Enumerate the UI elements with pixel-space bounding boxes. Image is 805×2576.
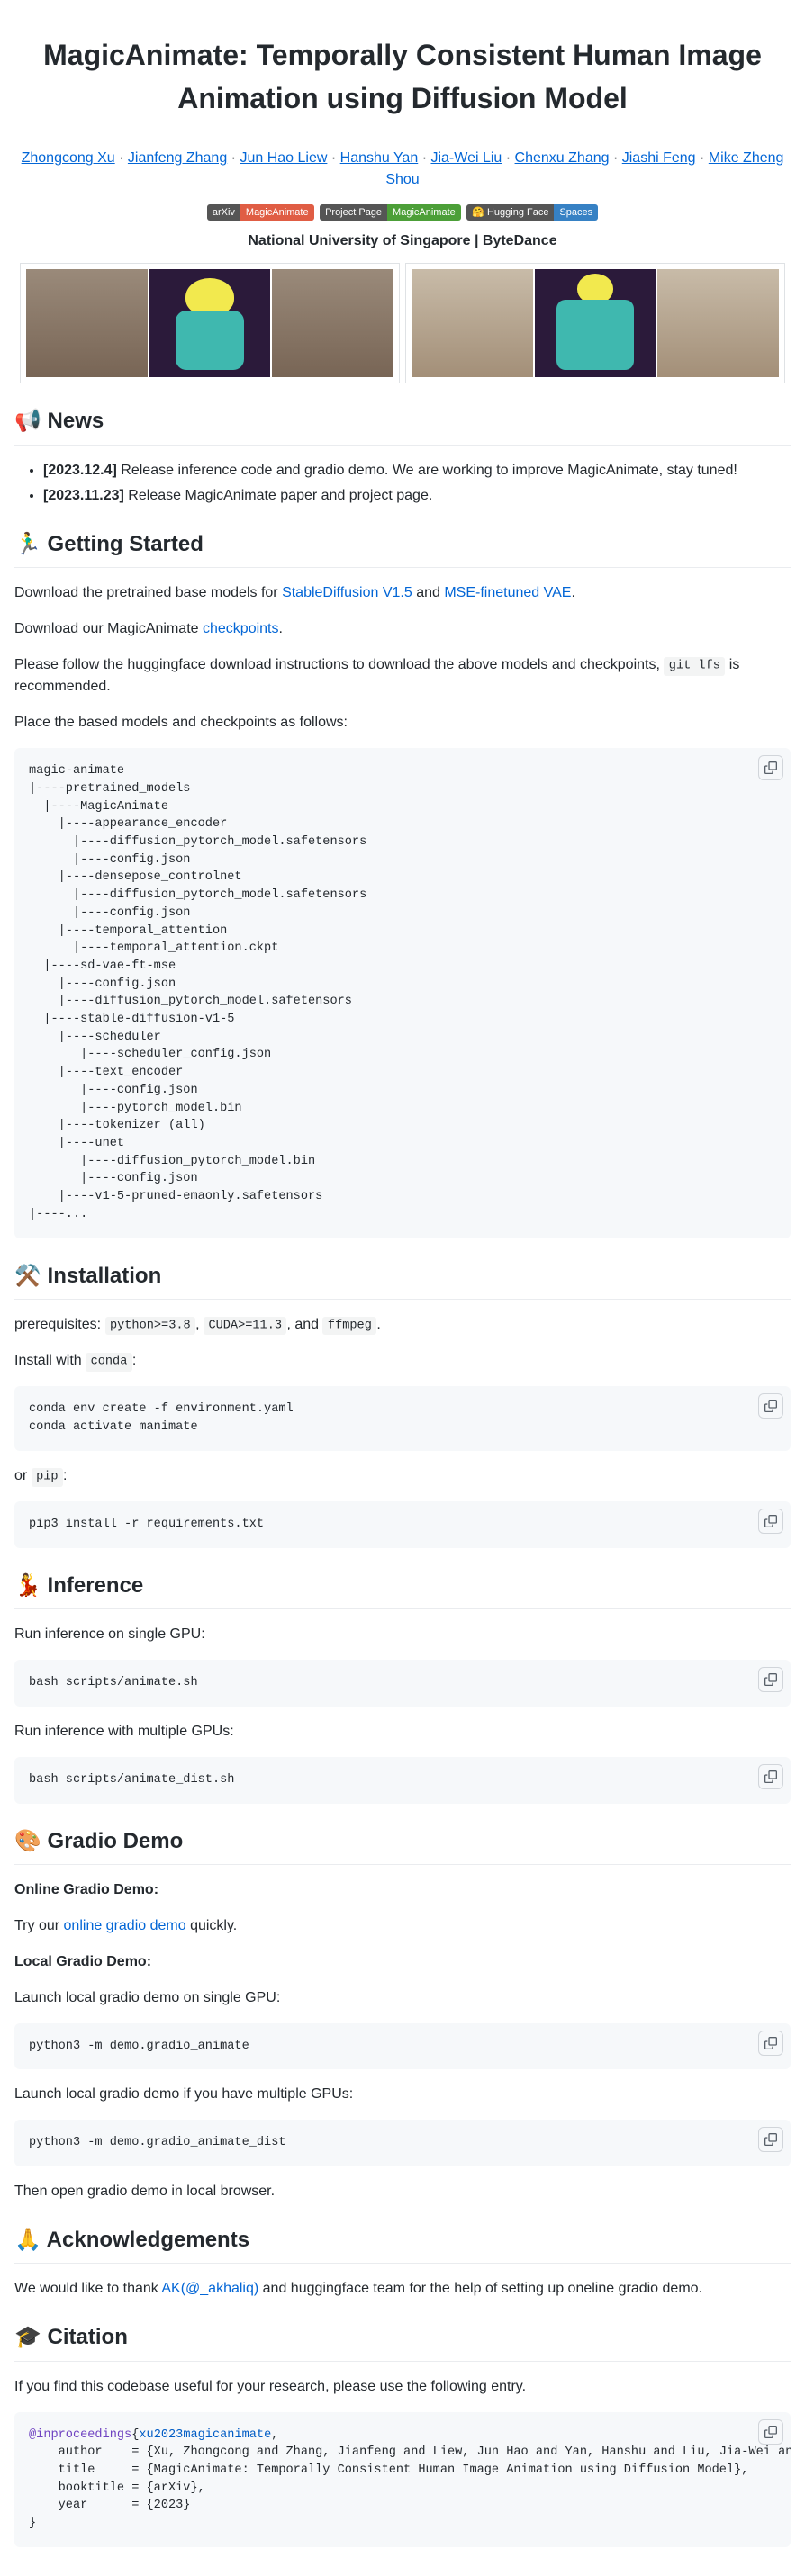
inline-code: conda bbox=[86, 1353, 132, 1371]
copy-icon bbox=[764, 2426, 777, 2438]
code-block: bash scripts/animate.sh bbox=[14, 1660, 791, 1707]
huggingface-badge[interactable]: 🤗 Hugging FaceSpaces bbox=[466, 204, 598, 221]
banner-cell-right bbox=[405, 263, 785, 383]
banner-table bbox=[14, 263, 791, 383]
paragraph: Run inference on single GPU: bbox=[14, 1624, 791, 1645]
getting-started-heading: 🏃‍♂️ Getting Started bbox=[14, 528, 791, 568]
banner-image bbox=[657, 269, 779, 377]
copy-icon bbox=[764, 1515, 777, 1527]
code-block: conda env create -f environment.yaml con… bbox=[14, 1386, 791, 1450]
code-block: @inproceedings{xu2023magicanimate, autho… bbox=[14, 2412, 791, 2547]
paragraph: Download the pretrained base models for … bbox=[14, 582, 791, 604]
paragraph: We would like to thank AK(@_akhaliq) and… bbox=[14, 2278, 791, 2300]
acknowledgements-heading: 🙏 Acknowledgements bbox=[14, 2224, 791, 2264]
inline-code: CUDA>=11.3 bbox=[204, 1317, 286, 1335]
gradio-demo-link[interactable]: online gradio demo bbox=[64, 1918, 186, 1933]
copy-button[interactable] bbox=[758, 755, 783, 780]
inline-code: ffmpeg bbox=[322, 1317, 376, 1335]
paragraph: Install with conda: bbox=[14, 1350, 791, 1372]
copy-button[interactable] bbox=[758, 1509, 783, 1534]
code-block: bash scripts/animate_dist.sh bbox=[14, 1757, 791, 1804]
inline-code: python>=3.8 bbox=[105, 1317, 196, 1335]
copy-icon bbox=[764, 2037, 777, 2049]
copy-icon bbox=[764, 2133, 777, 2146]
copy-button[interactable] bbox=[758, 2127, 783, 2152]
inference-heading: 💃 Inference bbox=[14, 1570, 791, 1609]
installation-heading: ⚒️ Installation bbox=[14, 1260, 791, 1300]
copy-icon bbox=[764, 1400, 777, 1412]
checkpoints-link[interactable]: checkpoints bbox=[203, 621, 279, 636]
affiliation: National University of Singapore | ByteD… bbox=[14, 230, 791, 252]
paragraph: Then open gradio demo in local browser. bbox=[14, 2181, 791, 2202]
page-title: MagicAnimate: Temporally Consistent Huma… bbox=[14, 33, 791, 129]
list-item: [2023.11.23] Release MagicAnimate paper … bbox=[43, 485, 791, 507]
project-page-badge[interactable]: Project PageMagicAnimate bbox=[320, 204, 461, 221]
author-link[interactable]: Jia-Wei Liu bbox=[430, 150, 502, 166]
author-link[interactable]: Jiashi Feng bbox=[622, 150, 696, 166]
code-block: python3 -m demo.gradio_animate_dist bbox=[14, 2120, 791, 2166]
author-link[interactable]: Jianfeng Zhang bbox=[128, 150, 227, 166]
paragraph: Run inference with multiple GPUs: bbox=[14, 1721, 791, 1743]
code-block: pip3 install -r requirements.txt bbox=[14, 1501, 791, 1548]
copy-button[interactable] bbox=[758, 1764, 783, 1789]
ak-link[interactable]: AK(@_akhaliq) bbox=[161, 2281, 258, 2296]
copy-icon bbox=[764, 761, 777, 774]
paragraph: Online Gradio Demo: bbox=[14, 1879, 791, 1901]
paragraph: Download our MagicAnimate checkpoints. bbox=[14, 618, 791, 640]
banner-segmentation bbox=[149, 269, 271, 377]
paragraph: Place the based models and checkpoints a… bbox=[14, 712, 791, 734]
inline-code: git lfs bbox=[664, 657, 725, 675]
copy-button[interactable] bbox=[758, 1393, 783, 1419]
copy-button[interactable] bbox=[758, 1667, 783, 1692]
paragraph: or pip: bbox=[14, 1465, 791, 1487]
banner-cell-left bbox=[20, 263, 400, 383]
paragraph: If you find this codebase useful for you… bbox=[14, 2376, 791, 2398]
gradio-heading: 🎨 Gradio Demo bbox=[14, 1825, 791, 1865]
copy-button[interactable] bbox=[758, 2031, 783, 2056]
paragraph: Launch local gradio demo on single GPU: bbox=[14, 1987, 791, 2009]
paragraph: Local Gradio Demo: bbox=[14, 1951, 791, 1973]
author-link[interactable]: Chenxu Zhang bbox=[515, 150, 610, 166]
authors-line: Zhongcong Xu · Jianfeng Zhang · Jun Hao … bbox=[14, 148, 791, 191]
paragraph: Please follow the huggingface download i… bbox=[14, 654, 791, 698]
author-link[interactable]: Jun Hao Liew bbox=[240, 150, 327, 166]
paragraph: Try our online gradio demo quickly. bbox=[14, 1915, 791, 1937]
paragraph: Launch local gradio demo if you have mul… bbox=[14, 2084, 791, 2105]
banner-image bbox=[272, 269, 393, 377]
citation-heading: 🎓 Citation bbox=[14, 2321, 791, 2361]
badges-row: arXivMagicAnimate Project PageMagicAnima… bbox=[14, 202, 791, 223]
author-link[interactable]: Zhongcong Xu bbox=[22, 150, 115, 166]
news-heading: 📢 News bbox=[14, 405, 791, 445]
banner-image bbox=[26, 269, 148, 377]
news-list: [2023.12.4] Release inference code and g… bbox=[14, 460, 791, 507]
code-block: magic-animate |----pretrained_models |--… bbox=[14, 748, 791, 1238]
inline-code: pip bbox=[32, 1468, 63, 1486]
banner-segmentation bbox=[535, 269, 656, 377]
banner-image bbox=[412, 269, 533, 377]
copy-icon bbox=[764, 1770, 777, 1783]
paragraph: prerequisites: python>=3.8, CUDA>=11.3, … bbox=[14, 1314, 791, 1336]
copy-icon bbox=[764, 1673, 777, 1686]
copy-button[interactable] bbox=[758, 2419, 783, 2445]
vae-link[interactable]: MSE-finetuned VAE bbox=[444, 585, 571, 600]
arxiv-badge[interactable]: arXivMagicAnimate bbox=[207, 204, 314, 221]
author-link[interactable]: Hanshu Yan bbox=[340, 150, 419, 166]
list-item: [2023.12.4] Release inference code and g… bbox=[43, 460, 791, 482]
sd-link[interactable]: StableDiffusion V1.5 bbox=[282, 585, 412, 600]
code-block: python3 -m demo.gradio_animate bbox=[14, 2023, 791, 2070]
